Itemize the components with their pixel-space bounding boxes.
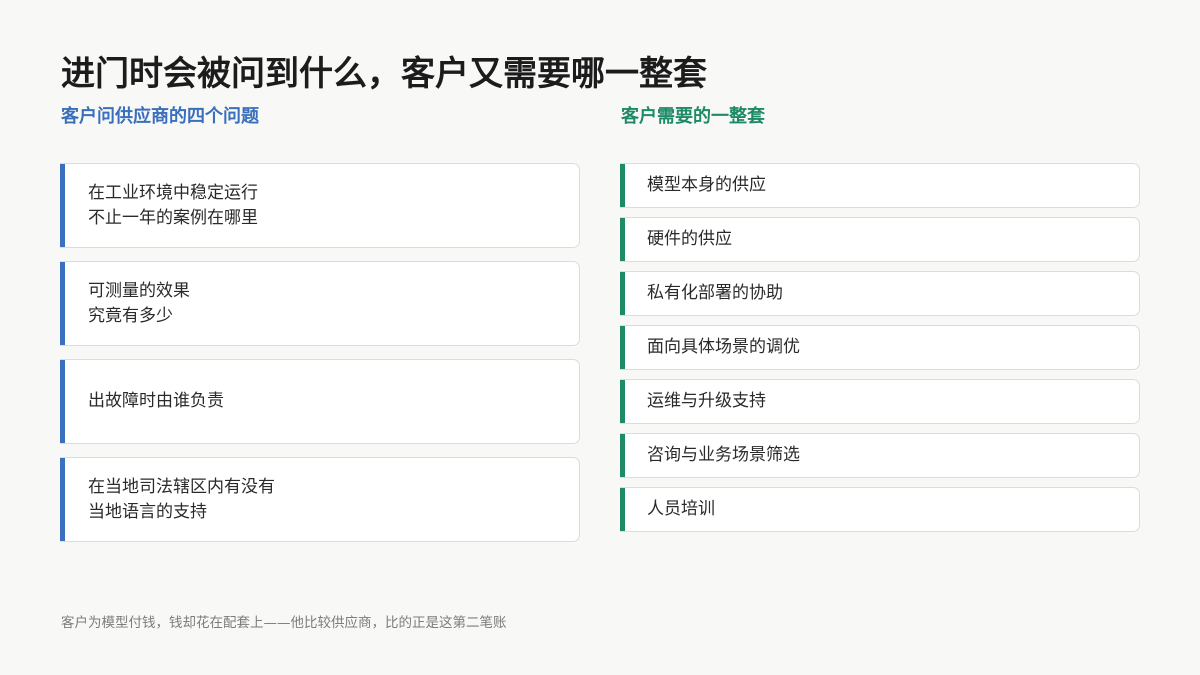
package-item: 面向具体场景的调优 — [620, 325, 1140, 370]
card-accent-bar — [620, 434, 625, 477]
card-accent-bar — [60, 262, 65, 345]
card-accent-bar — [620, 218, 625, 261]
package-item-label: 面向具体场景的调优 — [647, 337, 800, 357]
question-card: 在工业环境中稳定运行 不止一年的案例在哪里 — [60, 163, 580, 248]
page-title: 进门时会被问到什么，客户又需要哪一整套 — [61, 54, 707, 94]
card-accent-bar — [620, 488, 625, 531]
package-item: 人员培训 — [620, 487, 1140, 532]
slide: 进门时会被问到什么，客户又需要哪一整套 客户问供应商的四个问题 客户需要的一整套… — [0, 0, 1200, 675]
package-item: 咨询与业务场景筛选 — [620, 433, 1140, 478]
package-item-label: 人员培训 — [647, 499, 715, 519]
questions-heading: 客户问供应商的四个问题 — [61, 106, 259, 127]
package-item-label: 模型本身的供应 — [647, 175, 766, 195]
question-text: 出故障时由谁负责 — [88, 391, 224, 411]
question-text: 在工业环境中稳定运行 不止一年的案例在哪里 — [88, 182, 258, 228]
question-card: 出故障时由谁负责 — [60, 359, 580, 444]
package-item: 硬件的供应 — [620, 217, 1140, 262]
question-text: 在当地司法辖区内有没有 当地语言的支持 — [88, 476, 275, 522]
question-text: 可测量的效果 究竟有多少 — [88, 280, 190, 326]
package-item: 私有化部署的协助 — [620, 271, 1140, 316]
package-item: 运维与升级支持 — [620, 379, 1140, 424]
package-item-label: 运维与升级支持 — [647, 391, 766, 411]
card-accent-bar — [620, 380, 625, 423]
card-accent-bar — [620, 164, 625, 207]
footer-note: 客户为模型付钱，钱却花在配套上——他比较供应商，比的正是这第二笔账 — [61, 615, 507, 631]
card-accent-bar — [60, 360, 65, 443]
question-card: 在当地司法辖区内有没有 当地语言的支持 — [60, 457, 580, 542]
package-heading: 客户需要的一整套 — [621, 106, 765, 127]
package-item-label: 私有化部署的协助 — [647, 283, 783, 303]
card-accent-bar — [620, 272, 625, 315]
package-item-label: 咨询与业务场景筛选 — [647, 445, 800, 465]
question-card: 可测量的效果 究竟有多少 — [60, 261, 580, 346]
card-accent-bar — [60, 164, 65, 247]
package-item-label: 硬件的供应 — [647, 229, 732, 249]
card-accent-bar — [620, 326, 625, 369]
package-item: 模型本身的供应 — [620, 163, 1140, 208]
card-accent-bar — [60, 458, 65, 541]
